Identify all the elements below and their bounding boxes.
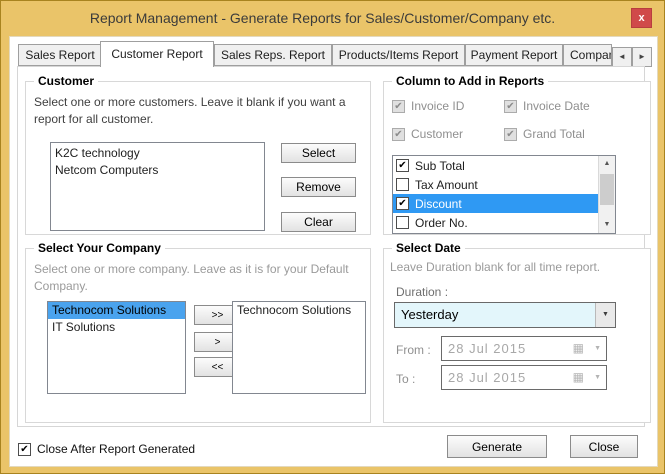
close-icon: x [638,12,645,24]
window-title: Report Management - Generate Reports for… [89,10,556,26]
checklist-item-label: Tax Amount [415,177,478,192]
customer-column-checkbox: ✔ Customer [392,127,463,141]
checkbox-checked-icon[interactable]: ✔ [18,442,31,456]
tab-label: Products/Items Report [338,48,459,62]
chevron-down-icon: ▼ [594,374,601,381]
customer-list-item[interactable]: K2C technology [51,145,264,162]
company-description: Select one or more company. Leave as it … [34,262,349,293]
report-management-dialog: Report Management - Generate Reports for… [0,0,665,474]
scrollbar-thumb[interactable] [600,174,614,205]
to-date-value: 28 Jul 2015 [448,370,527,385]
checklist-item-tax-amount[interactable]: Tax Amount [393,175,598,194]
customer-report-tab-panel: Customer Select one or more customers. L… [17,66,651,427]
to-label: To : [396,372,416,386]
customer-groupbox: Customer Select one or more customers. L… [25,74,371,235]
checkbox-unchecked-icon[interactable] [396,178,409,191]
date-groupbox: Select Date Leave Duration blank for all… [383,241,651,423]
company-list-item[interactable]: Technocom Solutions [233,302,365,319]
duration-value: Yesterday [401,307,459,322]
checkbox-unchecked-icon[interactable] [396,216,409,229]
tab-company-report[interactable]: Company [563,44,612,66]
scroll-down-icon[interactable]: ▼ [599,217,615,233]
invoice-id-checkbox: ✔ Invoice ID [392,99,464,113]
checkbox-checked-icon: ✔ [504,99,517,113]
customer-listbox[interactable]: K2C technology Netcom Computers [50,142,265,231]
report-columns-checklist[interactable]: ✔ Sub Total Tax Amount ✔ Discount Order … [392,155,616,234]
checkbox-checked-icon: ✔ [392,99,405,113]
chevron-down-icon[interactable]: ▼ [595,303,615,327]
close-button[interactable]: Close [570,435,638,458]
generate-button[interactable]: Generate [447,435,547,458]
from-date-value: 28 Jul 2015 [448,341,527,356]
customer-group-title: Customer [34,74,99,88]
chosen-companies-listbox[interactable]: Technocom Solutions [232,301,366,394]
from-date-picker: 28 Jul 2015 ▦ ▼ [441,336,607,361]
checkbox-label: Customer [411,127,464,141]
checklist-item-label: Sub Total [415,158,465,173]
from-label: From : [396,343,431,357]
tab-sales-reps-report[interactable]: Sales Reps. Report [214,44,332,66]
select-customer-button[interactable]: Select [281,143,356,163]
company-group-title: Select Your Company [34,241,165,255]
checkbox-label: Invoice Date [523,99,590,113]
columns-groupbox: Column to Add in Reports ✔ Invoice ID ✔ … [383,74,651,235]
checklist-scrollbar[interactable]: ▲ ▼ [598,156,615,233]
available-companies-listbox[interactable]: Technocom Solutions IT Solutions [47,301,186,394]
tab-customer-report[interactable]: Customer Report [100,41,214,67]
title-bar[interactable]: Report Management - Generate Reports for… [1,1,664,36]
to-date-picker: 28 Jul 2015 ▦ ▼ [441,365,607,390]
checkbox-checked-icon: ✔ [392,127,405,141]
dialog-content: Sales Report Customer Report Sales Reps.… [9,36,658,467]
calendar-icon: ▦ [572,370,584,384]
checklist-item-discount[interactable]: ✔ Discount [393,194,598,213]
checkbox-label: Grand Total [523,127,585,141]
customer-list-item[interactable]: Netcom Computers [51,162,264,179]
date-description: Leave Duration blank for all time report… [390,260,601,274]
tab-sales-report[interactable]: Sales Report [18,44,102,66]
columns-group-title: Column to Add in Reports [392,74,549,88]
scroll-up-icon[interactable]: ▲ [599,156,615,172]
company-list-item[interactable]: IT Solutions [48,319,185,336]
arrow-left-icon: ◄ [618,52,626,61]
duration-combobox[interactable]: Yesterday ▼ [394,302,616,328]
close-after-generated-checkbox[interactable]: ✔ Close After Report Generated [18,442,195,456]
arrow-right-icon: ► [638,52,646,61]
calendar-icon: ▦ [572,341,584,355]
checklist-item-order-no[interactable]: Order No. [393,213,598,232]
clear-customers-button[interactable]: Clear [281,212,356,232]
company-groupbox: Select Your Company Select one or more c… [25,241,371,423]
checkbox-label: Invoice ID [411,99,465,113]
customer-description: Select one or more customers. Leave it b… [34,95,346,126]
tab-label: Company [570,48,611,62]
grand-total-checkbox: ✔ Grand Total [504,127,585,141]
checklist-item-sub-total[interactable]: ✔ Sub Total [393,156,598,175]
tab-label: Sales Reps. Report [220,48,326,62]
tab-scroll-left-button[interactable]: ◄ [612,47,632,67]
checkbox-checked-icon[interactable]: ✔ [396,159,409,172]
chevron-down-icon: ▼ [594,345,601,352]
tab-label: Payment Report [470,48,558,62]
checkbox-checked-icon[interactable]: ✔ [396,197,409,210]
invoice-date-checkbox: ✔ Invoice Date [504,99,590,113]
close-window-button[interactable]: x [631,8,652,28]
tab-products-items-report[interactable]: Products/Items Report [332,44,465,66]
tab-label: Sales Report [25,48,95,62]
date-group-title: Select Date [392,241,465,255]
checkbox-label: Close After Report Generated [37,442,196,456]
tab-scroll-right-button[interactable]: ► [632,47,652,67]
checklist-item-label: Discount [415,196,462,211]
duration-label: Duration : [396,285,449,299]
tab-label: Customer Report [111,47,203,61]
remove-customer-button[interactable]: Remove [281,177,356,197]
tab-payment-report[interactable]: Payment Report [465,44,563,66]
checkbox-checked-icon: ✔ [504,127,517,141]
company-list-item[interactable]: Technocom Solutions [48,302,185,319]
checklist-item-label: Order No. [415,215,468,230]
